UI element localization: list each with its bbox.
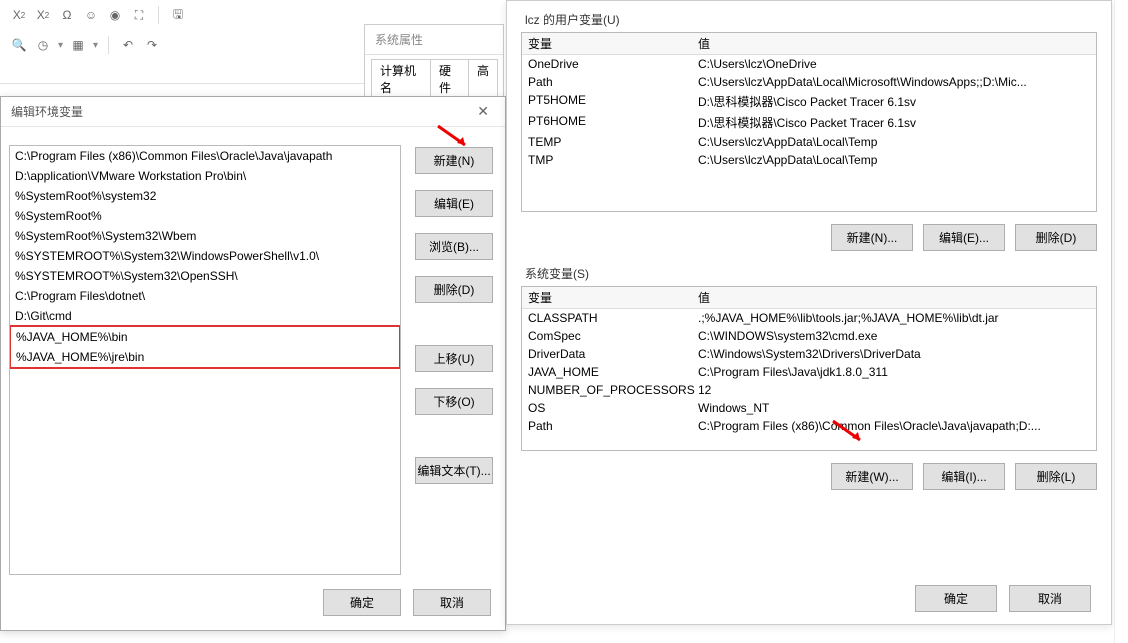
tab-hardware[interactable]: 硬件: [430, 59, 469, 98]
table-row[interactable]: TEMPC:\Users\lcz\AppData\Local\Temp: [522, 133, 1096, 151]
path-item[interactable]: %SystemRoot%\system32: [10, 186, 400, 206]
var-value: C:\WINDOWS\system32\cmd.exe: [698, 329, 1090, 343]
table-row[interactable]: OSWindows_NT: [522, 399, 1096, 417]
system-properties-window: 系统属性 计算机名 硬件 高: [364, 24, 504, 99]
user-delete-button[interactable]: 删除(D): [1015, 224, 1097, 251]
smiley-icon[interactable]: ☺: [82, 6, 100, 24]
tab-advanced[interactable]: 高: [468, 59, 498, 98]
highlighted-paths: %JAVA_HOME%\bin%JAVA_HOME%\jre\bin: [9, 325, 401, 369]
path-item[interactable]: %JAVA_HOME%\bin: [11, 327, 399, 347]
undo-icon[interactable]: ↶: [119, 36, 137, 54]
var-name: OS: [528, 401, 698, 415]
var-value: C:\Users\lcz\AppData\Local\Temp: [698, 153, 1090, 167]
var-name: JAVA_HOME: [528, 365, 698, 379]
env-vars-dialog: lcz 的用户变量(U) 变量 值 OneDriveC:\Users\lcz\O…: [506, 0, 1112, 625]
var-name: OneDrive: [528, 57, 698, 71]
var-name: CLASSPATH: [528, 311, 698, 325]
col-header-val[interactable]: 值: [698, 289, 1090, 306]
magnify-icon[interactable]: 🔍: [10, 36, 28, 54]
table-row[interactable]: CLASSPATH.;%JAVA_HOME%\lib\tools.jar;%JA…: [522, 309, 1096, 327]
close-icon[interactable]: ✕: [471, 103, 495, 120]
env-ok-button[interactable]: 确定: [915, 585, 997, 612]
var-value: C:\Program Files\Java\jdk1.8.0_311: [698, 365, 1090, 379]
table-row[interactable]: PathC:\Program Files (x86)\Common Files\…: [522, 417, 1096, 435]
var-name: TMP: [528, 153, 698, 167]
table-row[interactable]: JAVA_HOMEC:\Program Files\Java\jdk1.8.0_…: [522, 363, 1096, 381]
clock-icon[interactable]: ◷: [34, 36, 52, 54]
path-item[interactable]: D:\Git\cmd: [10, 306, 400, 326]
tab-computer-name[interactable]: 计算机名: [371, 59, 431, 98]
path-item[interactable]: %SystemRoot%\System32\Wbem: [10, 226, 400, 246]
user-edit-button[interactable]: 编辑(E)...: [923, 224, 1005, 251]
var-name: PT6HOME: [528, 114, 698, 131]
save-icon[interactable]: 🖫: [169, 6, 187, 24]
table-row[interactable]: OneDriveC:\Users\lcz\OneDrive: [522, 55, 1096, 73]
subscript-icon[interactable]: X2: [10, 6, 28, 24]
var-value: Windows_NT: [698, 401, 1090, 415]
table-row[interactable]: PathC:\Users\lcz\AppData\Local\Microsoft…: [522, 73, 1096, 91]
ok-button[interactable]: 确定: [323, 589, 401, 616]
sys-vars-table[interactable]: 变量 值 CLASSPATH.;%JAVA_HOME%\lib\tools.ja…: [521, 286, 1097, 451]
path-item[interactable]: %SYSTEMROOT%\System32\WindowsPowerShell\…: [10, 246, 400, 266]
edit-dialog-title: 编辑环境变量: [11, 103, 83, 120]
path-list[interactable]: C:\Program Files (x86)\Common Files\Orac…: [9, 145, 401, 575]
var-name: Path: [528, 419, 698, 433]
browse-button[interactable]: 浏览(B)...: [415, 233, 493, 260]
col-header-var[interactable]: 变量: [528, 35, 698, 52]
edit-button[interactable]: 编辑(E): [415, 190, 493, 217]
user-new-button[interactable]: 新建(N)...: [831, 224, 913, 251]
var-name: ComSpec: [528, 329, 698, 343]
var-name: DriverData: [528, 347, 698, 361]
eye-icon[interactable]: ◉: [106, 6, 124, 24]
path-item[interactable]: C:\Program Files (x86)\Common Files\Orac…: [10, 146, 400, 166]
table-row[interactable]: DriverDataC:\Windows\System32\Drivers\Dr…: [522, 345, 1096, 363]
col-header-var[interactable]: 变量: [528, 289, 698, 306]
sys-new-button[interactable]: 新建(W)...: [831, 463, 913, 490]
var-name: PT5HOME: [528, 93, 698, 110]
cancel-button[interactable]: 取消: [413, 589, 491, 616]
sys-vars-label: 系统变量(S): [525, 265, 1097, 282]
col-header-val[interactable]: 值: [698, 35, 1090, 52]
var-name: Path: [528, 75, 698, 89]
redo-icon[interactable]: ↷: [143, 36, 161, 54]
var-value: D:\思科模拟器\Cisco Packet Tracer 6.1sv: [698, 114, 1090, 131]
var-value: D:\思科模拟器\Cisco Packet Tracer 6.1sv: [698, 93, 1090, 110]
var-value: C:\Program Files (x86)\Common Files\Orac…: [698, 419, 1090, 433]
expand-icon[interactable]: ⛶: [130, 6, 148, 24]
omega-icon[interactable]: Ω: [58, 6, 76, 24]
env-cancel-button[interactable]: 取消: [1009, 585, 1091, 612]
table-row[interactable]: TMPC:\Users\lcz\AppData\Local\Temp: [522, 151, 1096, 169]
table-row[interactable]: NUMBER_OF_PROCESSORS12: [522, 381, 1096, 399]
var-name: NUMBER_OF_PROCESSORS: [528, 383, 698, 397]
edit-env-var-dialog: 编辑环境变量 ✕ C:\Program Files (x86)\Common F…: [0, 96, 506, 631]
sys-delete-button[interactable]: 删除(L): [1015, 463, 1097, 490]
delete-button[interactable]: 删除(D): [415, 276, 493, 303]
table-row[interactable]: PT6HOMED:\思科模拟器\Cisco Packet Tracer 6.1s…: [522, 112, 1096, 133]
sys-edit-button[interactable]: 编辑(I)...: [923, 463, 1005, 490]
path-item[interactable]: D:\application\VMware Workstation Pro\bi…: [10, 166, 400, 186]
var-value: C:\Users\lcz\OneDrive: [698, 57, 1090, 71]
move-down-button[interactable]: 下移(O): [415, 388, 493, 415]
superscript-icon[interactable]: X2: [34, 6, 52, 24]
sysprops-title: 系统属性: [365, 25, 503, 55]
table-row[interactable]: PT5HOMED:\思科模拟器\Cisco Packet Tracer 6.1s…: [522, 91, 1096, 112]
path-item[interactable]: %SystemRoot%: [10, 206, 400, 226]
var-value: C:\Users\lcz\AppData\Local\Temp: [698, 135, 1090, 149]
var-value: C:\Users\lcz\AppData\Local\Microsoft\Win…: [698, 75, 1090, 89]
user-vars-label: lcz 的用户变量(U): [525, 11, 1097, 28]
path-item[interactable]: C:\Program Files\dotnet\: [10, 286, 400, 306]
grid-icon[interactable]: ▦: [69, 36, 87, 54]
path-item[interactable]: %JAVA_HOME%\jre\bin: [11, 347, 399, 367]
edit-text-button[interactable]: 编辑文本(T)...: [415, 457, 493, 484]
var-value: .;%JAVA_HOME%\lib\tools.jar;%JAVA_HOME%\…: [698, 311, 1090, 325]
path-item[interactable]: %SYSTEMROOT%\System32\OpenSSH\: [10, 266, 400, 286]
user-vars-table[interactable]: 变量 值 OneDriveC:\Users\lcz\OneDrivePathC:…: [521, 32, 1097, 212]
right-strip: [1114, 0, 1128, 643]
var-name: TEMP: [528, 135, 698, 149]
var-value: C:\Windows\System32\Drivers\DriverData: [698, 347, 1090, 361]
table-row[interactable]: ComSpecC:\WINDOWS\system32\cmd.exe: [522, 327, 1096, 345]
move-up-button[interactable]: 上移(U): [415, 345, 493, 372]
new-button[interactable]: 新建(N): [415, 147, 493, 174]
var-value: 12: [698, 383, 1090, 397]
